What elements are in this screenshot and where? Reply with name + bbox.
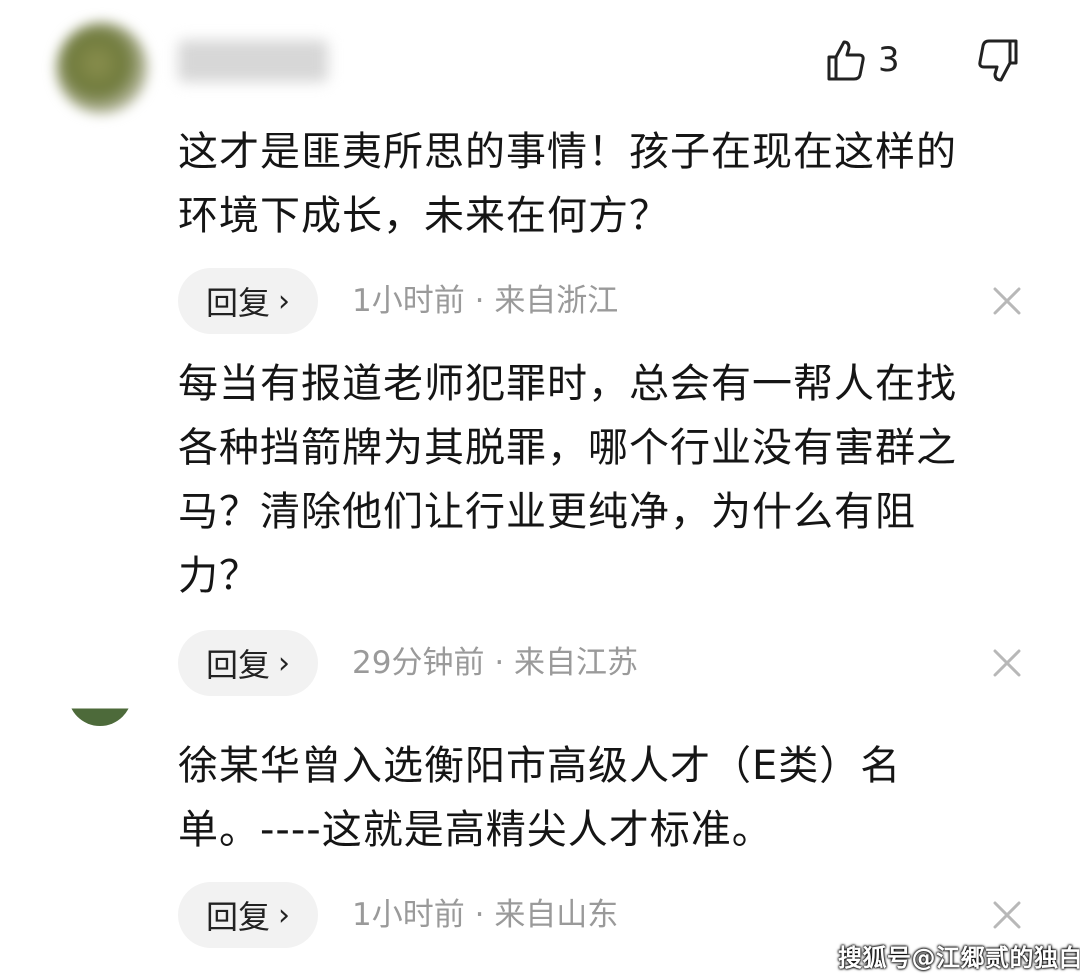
comment-line: 徐某华曾入选衡阳市高级人才（E类）名 <box>178 743 902 789</box>
comment-location: 来自江苏 <box>514 645 639 681</box>
comment-meta: 1小时前 · 来自山东 <box>352 882 618 948</box>
comment-text: 徐某华曾入选衡阳市高级人才（E类）名 单。----这就是高精尖人才标准。 <box>178 734 1028 862</box>
user-avatar[interactable] <box>68 690 132 726</box>
comment-line: 马？清除他们让行业更纯净，为什么有阻 <box>178 489 916 535</box>
user-avatar[interactable] <box>56 22 148 114</box>
dislike-button[interactable] <box>974 38 1018 88</box>
comment-meta: 29分钟前 · 来自江苏 <box>352 630 638 696</box>
comment-line: 环境下成长，未来在何方？ <box>178 193 670 239</box>
reply-button[interactable]: 回复 › <box>178 268 318 334</box>
comment-thread: 3 这才是匪夷所思的事情！孩子在现在这样的 环境下成长，未来在何方？ 回复 › … <box>0 0 1080 979</box>
reply-button[interactable]: 回复 › <box>178 630 318 696</box>
thumbs-down-icon <box>978 39 1018 82</box>
reply-label: 回复 <box>205 898 270 936</box>
comment-time: 29分钟前 <box>352 645 485 681</box>
meta-separator: · <box>474 897 485 933</box>
close-icon[interactable] <box>992 648 1022 678</box>
blurred-username <box>178 40 328 82</box>
comment-time: 1小时前 <box>352 283 465 319</box>
thumbs-up-icon <box>827 40 865 81</box>
watermark: 搜狐号@江郷贰的独白 <box>838 944 1080 972</box>
comment-line: 这才是匪夷所思的事情！孩子在现在这样的 <box>178 129 957 175</box>
comment-line: 单。----这就是高精尖人才标准。 <box>178 807 773 853</box>
reply-label: 回复 <box>205 646 270 684</box>
like-count: 3 <box>878 40 900 80</box>
comment-meta: 1小时前 · 来自浙江 <box>352 268 618 334</box>
comment-line: 力？ <box>178 553 260 599</box>
like-button[interactable]: 3 <box>826 36 900 84</box>
meta-separator: · <box>474 283 485 319</box>
chevron-right-icon: › <box>278 645 290 681</box>
comment-location: 来自山东 <box>494 897 619 933</box>
meta-separator: · <box>494 645 505 681</box>
chevron-right-icon: › <box>278 283 290 319</box>
comment-text: 每当有报道老师犯罪时，总会有一帮人在找 各种挡箭牌为其脱罪，哪个行业没有害群之 … <box>178 352 1028 608</box>
comment-line: 每当有报道老师犯罪时，总会有一帮人在找 <box>178 361 957 407</box>
reply-button[interactable]: 回复 › <box>178 882 318 948</box>
comment-text: 这才是匪夷所思的事情！孩子在现在这样的 环境下成长，未来在何方？ <box>178 120 1028 248</box>
chevron-right-icon: › <box>278 897 290 933</box>
close-icon[interactable] <box>992 286 1022 316</box>
comment-line: 各种挡箭牌为其脱罪，哪个行业没有害群之 <box>178 425 957 471</box>
comment-location: 来自浙江 <box>494 283 619 319</box>
comment-time: 1小时前 <box>352 897 465 933</box>
close-icon[interactable] <box>992 900 1022 930</box>
reply-label: 回复 <box>205 284 270 322</box>
